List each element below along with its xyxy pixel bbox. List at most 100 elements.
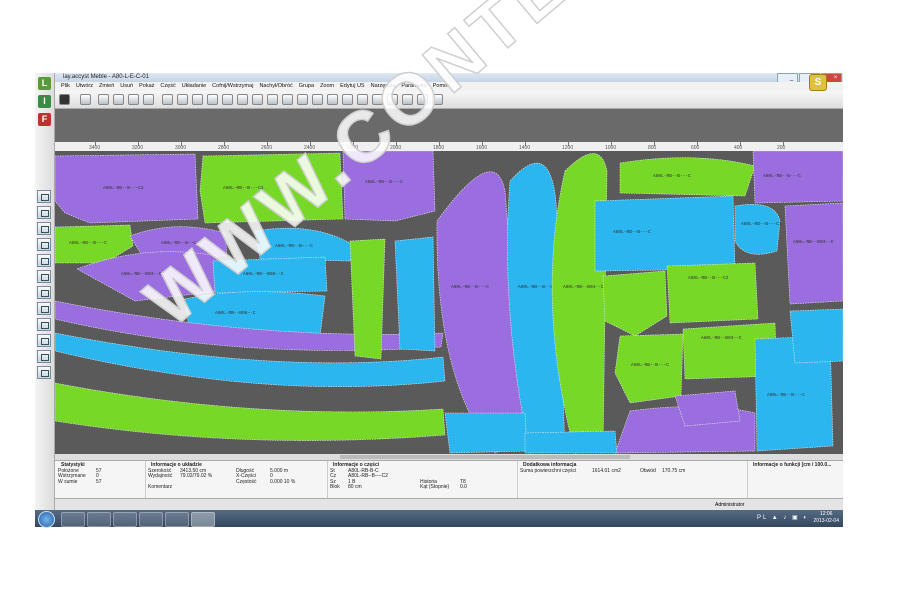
taskbar-media-icon[interactable] (87, 512, 111, 527)
menu-item-9[interactable]: Grupa (299, 83, 314, 89)
menu-item-2[interactable]: Zmień (99, 83, 114, 89)
layout-row: Komentarz (148, 483, 327, 490)
marker-preview-strip (55, 109, 843, 142)
toolbar-button-10[interactable] (207, 94, 218, 105)
marker-piece[interactable] (789, 308, 843, 364)
toolbar-button-21[interactable] (372, 94, 383, 105)
toolbar-button-5[interactable] (128, 94, 139, 105)
piece-label: A80L-RB--B---C3 (223, 185, 264, 191)
toolbar-button-22[interactable] (387, 94, 398, 105)
piece-label: A80L-RB--B--C (161, 240, 196, 246)
toolbar-button-24[interactable] (417, 94, 428, 105)
tool-button-1[interactable] (37, 190, 51, 203)
toolbar-button-2[interactable] (80, 94, 91, 105)
layout-cell: 79.02/79.02 % (180, 473, 213, 480)
toolbar-button-14[interactable] (267, 94, 278, 105)
layout-cell: Wydajność (148, 473, 173, 480)
taskbar-firefox-icon[interactable] (139, 512, 163, 527)
part-cell: Blok (330, 483, 340, 490)
extra-cell: Obwód (640, 468, 656, 474)
clock-time: 12:06 (819, 511, 833, 517)
tool-button-9[interactable] (37, 318, 51, 331)
marker-piece[interactable] (199, 152, 344, 224)
menu-item-3[interactable]: Usuń (120, 83, 133, 89)
toolbar-button-15[interactable] (282, 94, 293, 105)
taskbar-app-icon[interactable] (165, 512, 189, 527)
marker-piece[interactable] (674, 390, 741, 427)
toolbar-button-23[interactable] (402, 94, 413, 105)
marker-piece[interactable] (394, 236, 436, 352)
toolbar-button-3[interactable] (98, 94, 109, 105)
marker-piece[interactable] (349, 238, 386, 360)
tool-button-12[interactable] (37, 366, 51, 379)
left-vertical-toolbar: L I F cadcam (35, 73, 78, 510)
toolbar-button-20[interactable] (357, 94, 368, 105)
taskbar-cad-icon[interactable] (191, 512, 215, 527)
menu-item-1[interactable]: Utwórz (76, 83, 93, 89)
menu-item-13[interactable]: Parametry (401, 83, 426, 89)
marker-piece[interactable] (55, 382, 446, 441)
tool-button-3[interactable] (37, 222, 51, 235)
toolbar-button-7[interactable] (162, 94, 173, 105)
menu-item-5[interactable]: Część (160, 83, 175, 89)
app-icon-2[interactable]: I (38, 95, 51, 108)
tool-button-6[interactable] (37, 270, 51, 283)
layout-cell: Komentarz (148, 483, 173, 490)
marker-piece[interactable] (666, 262, 759, 324)
tool-button-11[interactable] (37, 350, 51, 363)
piece-label: A80L-RB--B03--C (121, 271, 162, 277)
toolbar-button-17[interactable] (312, 94, 323, 105)
menu-item-6[interactable]: Układanie (182, 83, 206, 89)
marker-piece[interactable] (342, 151, 436, 222)
toolbar-button-19[interactable] (342, 94, 353, 105)
toolbar-button-25[interactable] (432, 94, 443, 105)
menu-item-0[interactable]: Plik (61, 83, 70, 89)
marker-piece[interactable] (734, 204, 781, 255)
toolbar-button-12[interactable] (237, 94, 248, 105)
app-icon-3[interactable]: F (38, 113, 51, 126)
toolbar-button-13[interactable] (252, 94, 263, 105)
tool-button-7[interactable] (37, 286, 51, 299)
toolbar-button-6[interactable] (143, 94, 154, 105)
toolbar-button-1[interactable] (59, 94, 70, 105)
taskbar-ie-icon[interactable] (113, 512, 137, 527)
piece-label: A80L-RB--B---C (767, 392, 805, 398)
marker-piece[interactable] (444, 412, 528, 454)
menu-item-12[interactable]: Narzędzia (371, 83, 396, 89)
stats-cell: W sumie (58, 478, 78, 485)
toolbar-button-9[interactable] (192, 94, 203, 105)
marker-canvas[interactable]: A80L-RB--B---C3 A80L-RB--B---C3 A80L-RB--B… (55, 151, 843, 454)
s-logo-button[interactable]: S (809, 74, 827, 91)
marker-piece[interactable] (784, 202, 843, 305)
menu-item-8[interactable]: Nachył/Obróć (259, 83, 292, 89)
piece-label: A80L-RB--B---C (275, 243, 313, 249)
tool-button-2[interactable] (37, 206, 51, 219)
clock[interactable]: 12:06 2013-02-04 (813, 511, 839, 525)
marker-piece[interactable] (524, 430, 618, 454)
stats-cell: 57 (96, 478, 102, 485)
menu-item-4[interactable]: Pokaż (139, 83, 154, 89)
part-cell: 0.0 (460, 483, 467, 490)
tool-button-4[interactable] (37, 238, 51, 251)
window-title: lay.accyst Meble - A80-L-E-C-01 (63, 74, 149, 80)
scrollbar-thumb[interactable] (340, 455, 630, 459)
marker-piece[interactable] (614, 333, 684, 404)
tool-button-10[interactable] (37, 334, 51, 347)
toolbar-button-18[interactable] (327, 94, 338, 105)
taskbar-explorer-icon[interactable] (61, 512, 85, 527)
toolbar-button-8[interactable] (177, 94, 188, 105)
menu-item-11[interactable]: Edytuj US (340, 83, 364, 89)
start-button[interactable] (38, 511, 55, 528)
marker-piece[interactable] (602, 270, 668, 337)
toolbar-button-11[interactable] (222, 94, 233, 105)
toolbar-button-16[interactable] (297, 94, 308, 105)
tool-button-8[interactable] (37, 302, 51, 315)
menu-item-7[interactable]: Cofnij/Wstrzymaj (212, 83, 253, 89)
tool-button-5[interactable] (37, 254, 51, 267)
menu-item-14[interactable]: Pomoc (433, 83, 450, 89)
func-title: Informacje o funkcji [cm / 100.0... (753, 462, 832, 468)
extra-cell: 1614.01 cm2 (592, 468, 621, 474)
menu-item-10[interactable]: Zoom (320, 83, 334, 89)
toolbar-button-4[interactable] (113, 94, 124, 105)
app-icon-1[interactable]: L (38, 77, 51, 90)
